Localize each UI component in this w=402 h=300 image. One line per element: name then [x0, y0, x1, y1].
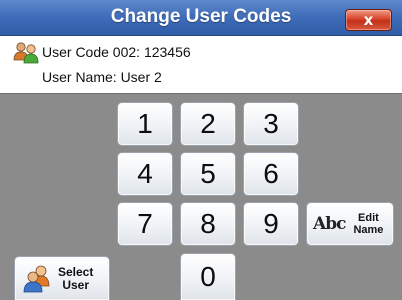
user-code-text: User Code 002: 123456: [42, 44, 191, 60]
edit-name-label-line1: Edit: [358, 212, 379, 224]
edit-name-button[interactable]: Abc Edit Name: [306, 202, 394, 246]
keypad-key-1[interactable]: 1: [117, 102, 173, 146]
window-title: Change User Codes: [110, 6, 292, 27]
keypad-key-5[interactable]: 5: [180, 152, 236, 196]
keypad-key-2[interactable]: 2: [180, 102, 236, 146]
user-info-panel: User Code 002: 123456 User Name: User 2: [0, 36, 402, 94]
keypad-key-9[interactable]: 9: [243, 202, 299, 246]
edit-name-label: Edit Name: [353, 212, 383, 236]
key-label: 8: [200, 208, 216, 239]
keypad-key-4[interactable]: 4: [117, 152, 173, 196]
users-icon: [13, 42, 39, 64]
keypad-key-7[interactable]: 7: [117, 202, 173, 246]
keypad-key-8[interactable]: 8: [180, 202, 236, 246]
key-label: 5: [200, 158, 216, 189]
abc-icon: Abc: [313, 214, 346, 234]
select-user-label: Select User: [58, 264, 94, 292]
close-icon: x: [363, 10, 374, 29]
key-label: 4: [137, 158, 153, 189]
keypad-key-0[interactable]: 0: [180, 253, 236, 300]
select-user-button[interactable]: Select User: [14, 256, 110, 300]
key-label: 3: [263, 108, 279, 139]
edit-name-label-line2: Name: [353, 224, 384, 236]
select-user-label-line1: Select: [58, 264, 94, 279]
title-bar: Change User Codes x: [0, 0, 402, 36]
user-group-icon: [23, 265, 50, 292]
key-label: 0: [200, 261, 216, 292]
user-name-text: User Name: User 2: [42, 69, 162, 85]
key-label: 1: [137, 108, 153, 139]
close-button[interactable]: x: [345, 9, 392, 31]
select-user-label-line2: User: [62, 277, 90, 292]
keypad-key-3[interactable]: 3: [243, 102, 299, 146]
key-label: 7: [137, 208, 153, 239]
keypad-key-6[interactable]: 6: [243, 152, 299, 196]
key-label: 9: [263, 208, 279, 239]
key-label: 6: [263, 158, 279, 189]
key-label: 2: [200, 108, 216, 139]
